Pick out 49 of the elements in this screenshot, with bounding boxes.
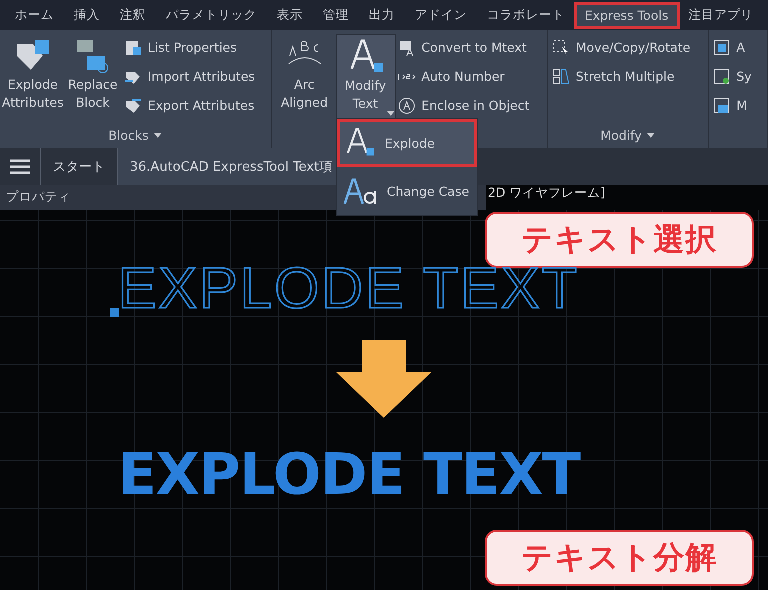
ribbon-item[interactable]: Auto Number: [398, 65, 530, 88]
letter-case-icon: [343, 176, 379, 206]
ribbon-item[interactable]: List Properties: [124, 36, 256, 59]
ribbon-tab[interactable]: 挿入: [65, 2, 109, 28]
viewport-label[interactable]: 2D ワイヤフレーム]: [488, 185, 606, 210]
caption-label: テキスト分解: [485, 530, 754, 586]
circled-a-icon: [398, 96, 416, 114]
caret-icon: [386, 111, 395, 116]
ribbon-item[interactable]: Sy: [712, 65, 752, 88]
ribbon-tab[interactable]: アドイン: [406, 2, 476, 28]
panel-title[interactable]: Blocks: [108, 128, 162, 142]
ribbon-item[interactable]: Import Attributes: [124, 65, 256, 88]
frame-icon: [712, 96, 731, 114]
ribbon-tab[interactable]: 表示: [268, 2, 312, 28]
frame-icon: [712, 38, 731, 56]
down-arrow-icon: [336, 340, 432, 418]
ribbon-item[interactable]: Enclose in Object: [398, 94, 530, 117]
menu-item[interactable]: Explode: [337, 119, 477, 167]
ribbon-button[interactable]: Replace Block: [64, 34, 122, 122]
ribbon-tab[interactable]: Express Tools: [576, 4, 678, 26]
text-convert-icon: [398, 38, 416, 56]
ribbon-button[interactable]: Arc Aligned: [276, 34, 334, 122]
numbering-icon: [398, 72, 416, 80]
ribbon-tab[interactable]: 管理: [314, 2, 358, 28]
ribbon-tab[interactable]: 注釈: [111, 2, 155, 28]
ribbon-button[interactable]: Explode Attributes: [4, 34, 62, 122]
caption-label: テキスト選択: [485, 212, 754, 268]
panel-title[interactable]: Modify: [600, 128, 655, 142]
stretch-icon: [552, 68, 570, 86]
clipboard-icon: [124, 38, 142, 56]
grip-marker: [110, 308, 119, 317]
ribbon-tab[interactable]: 出力: [360, 2, 404, 28]
ribbon-item[interactable]: Move/Copy/Rotate: [552, 36, 691, 59]
exploded-text: EXPLODE TEXT: [118, 447, 580, 504]
ribbon-tab[interactable]: パラメトリック: [157, 2, 266, 28]
tag-export-icon: [124, 96, 142, 114]
ribbon-item[interactable]: Export Attributes: [124, 94, 256, 117]
ribbon-item[interactable]: M: [712, 94, 752, 117]
ribbon-tab[interactable]: コラボレート: [478, 2, 574, 28]
ribbon-item[interactable]: A: [712, 36, 752, 59]
ribbon-item[interactable]: Convert to Mtext: [398, 36, 530, 59]
caret-icon: [647, 132, 655, 138]
dashed-select-icon: [552, 38, 570, 56]
ribbon-tab[interactable]: ホーム: [6, 2, 63, 28]
ribbon-tab[interactable]: 注目アプリ: [680, 2, 763, 28]
frame-icon: [712, 68, 731, 86]
ribbon-item[interactable]: Stretch Multiple: [552, 65, 691, 88]
palette-title: プロパティ: [6, 189, 71, 206]
caret-icon: [154, 132, 162, 138]
